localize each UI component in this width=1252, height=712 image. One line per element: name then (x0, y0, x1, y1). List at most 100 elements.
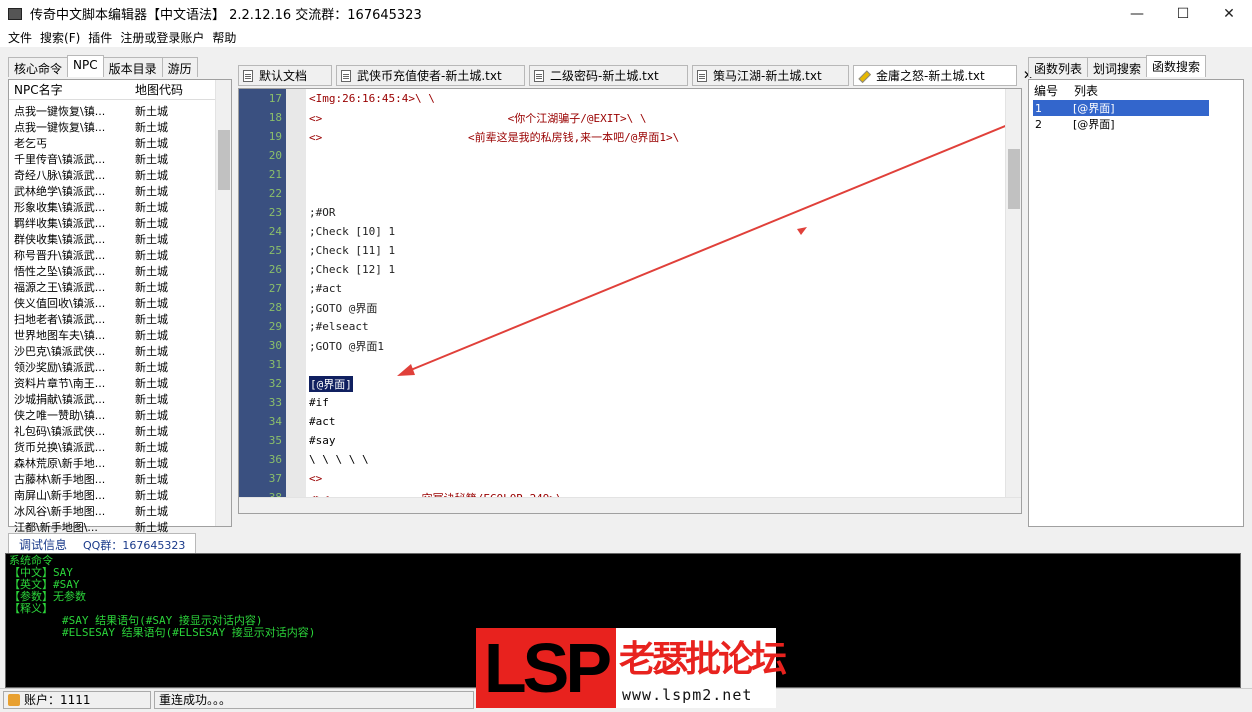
column-header-number[interactable]: 编号 (1029, 82, 1069, 99)
code-line[interactable]: 23 ;#OR (239, 203, 336, 222)
pencil-icon (856, 67, 873, 84)
tab-core-commands[interactable]: 核心命令 (8, 57, 69, 77)
npc-row[interactable]: 扫地老者\镇派武... 新土城 (9, 311, 231, 327)
npc-row[interactable]: 羁绊收集\镇派武... 新土城 (9, 215, 231, 231)
code-line[interactable]: 22 (239, 184, 309, 203)
npc-row[interactable]: 世界地图车夫\镇... 新土城 (9, 327, 231, 343)
function-row[interactable]: 2 [@界面] (1033, 116, 1243, 132)
code-line[interactable]: 36 \ \ \ \ \ (239, 450, 369, 469)
line-number: 22 (268, 187, 282, 200)
debug-tabbar: 调试信息 QQ群：167645323 (8, 533, 197, 553)
code-line[interactable]: 29 ;#elseact (239, 317, 369, 336)
menu-search[interactable]: 搜索(F) (36, 29, 84, 46)
menu-file[interactable]: 文件 (4, 29, 36, 46)
column-header-map-code[interactable]: 地图代码 (129, 81, 209, 98)
npc-row[interactable]: 称号晋升\镇派武... 新土城 (9, 247, 231, 263)
npc-row[interactable]: 形象收集\镇派武... 新土城 (9, 199, 231, 215)
npc-name: 点我一键恢复\镇... (14, 105, 106, 118)
account-status: 账户：1111 (3, 690, 151, 709)
code-line[interactable]: 34 #act (239, 412, 336, 431)
maximize-button[interactable]: ☐ (1160, 0, 1206, 27)
npc-row[interactable]: 南屏山\新手地图... 新土城 (9, 487, 231, 503)
npc-row[interactable]: 老乞丐 新土城 (9, 135, 231, 151)
code-line[interactable]: 30 ;GOTO @界面1 (239, 336, 384, 355)
npc-row[interactable]: 悟性之坠\镇派武... 新土城 (9, 263, 231, 279)
code-line[interactable]: 37 <> (239, 469, 323, 488)
npc-name: 羁绊收集\镇派武... (14, 217, 106, 230)
code-editor[interactable]: 17 <Img:26:16:45:4>\ \ 18 <> <你个江湖骗子/@EXIT>… (238, 88, 1022, 514)
editor-vertical-scrollbar[interactable] (1005, 89, 1021, 499)
npc-row[interactable]: 千里传音\镇派武... 新土城 (9, 151, 231, 167)
close-button[interactable]: ✕ (1206, 0, 1252, 27)
doc-tab-jianghu[interactable]: 策马江湖-新土城.txt (692, 65, 849, 86)
menu-help[interactable]: 帮助 (208, 29, 240, 46)
npc-row[interactable]: 货币兑换\镇派武... 新土城 (9, 439, 231, 455)
code-text: ;#act (309, 282, 343, 295)
code-line[interactable]: 32 [@界面] (239, 374, 353, 393)
code-line[interactable]: 27 ;#act (239, 279, 342, 298)
npc-row[interactable]: 资料片章节\南王... 新土城 (9, 375, 231, 391)
function-row[interactable]: 1 [@界面] (1033, 100, 1209, 116)
code-line[interactable]: 28 ;GOTO @界面 (239, 298, 378, 317)
doc-tab-default[interactable]: 默认文档 (238, 65, 332, 86)
code-text: ;Check [11] 1 (309, 244, 396, 257)
function-label: [@界面] (1073, 102, 1115, 115)
npc-row[interactable]: 森林荒原\新手地... 新土城 (9, 455, 231, 471)
npc-row[interactable]: 沙城捐献\镇派武... 新土城 (9, 391, 231, 407)
tab-word-search[interactable]: 划词搜索 (1087, 57, 1148, 77)
npc-row[interactable]: 侠义值回收\镇派... 新土城 (9, 295, 231, 311)
editor-horizontal-scrollbar[interactable] (239, 497, 1021, 513)
code-line[interactable]: 17 <Img:26:16:45:4>\ \ (239, 89, 435, 108)
tab-function-list[interactable]: 函数列表 (1028, 57, 1089, 77)
line-number: 25 (268, 244, 282, 257)
menu-register[interactable]: 注册或登录账户 (116, 29, 208, 46)
npc-list-scroll-thumb[interactable] (218, 130, 230, 190)
tab-debug-info[interactable]: 调试信息 QQ群：167645323 (8, 533, 197, 553)
line-number: 33 (268, 396, 282, 409)
editor-scroll-thumb[interactable] (1008, 149, 1020, 209)
npc-map-code: 新土城 (135, 249, 168, 262)
doc-tab-password[interactable]: 二级密码-新土城.txt (529, 65, 688, 86)
code-line[interactable]: 25 ;Check [11] 1 (239, 241, 395, 260)
code-line[interactable]: 20 (239, 146, 309, 165)
tab-npc[interactable]: NPC (67, 55, 104, 77)
doc-tab-label: 金庸之怒-新土城.txt (876, 69, 985, 83)
code-line[interactable]: 35 #say (239, 431, 336, 450)
minimize-button[interactable]: — (1114, 0, 1160, 27)
column-header-list[interactable]: 列表 (1069, 82, 1098, 99)
code-line[interactable]: 33 #if (239, 393, 329, 412)
npc-row[interactable]: 群侠收集\镇派武... 新土城 (9, 231, 231, 247)
code-line[interactable]: 19 <> <前辈这是我的私房钱,来一本吧/@界面1>\ (239, 127, 680, 146)
npc-row[interactable]: 冰风谷\新手地图... 新土城 (9, 503, 231, 519)
tab-function-search[interactable]: 函数搜索 (1146, 55, 1207, 77)
menu-plugins[interactable]: 插件 (84, 29, 116, 46)
npc-row[interactable]: 点我一键恢复\镇... 新土城 (9, 103, 231, 119)
code-line[interactable]: 21 (239, 165, 309, 184)
tab-travel[interactable]: 游历 (161, 57, 198, 77)
npc-row[interactable]: 领沙奖励\镇派武... 新土城 (9, 359, 231, 375)
line-number: 26 (268, 263, 282, 276)
code-line[interactable]: 26 ;Check [12] 1 (239, 260, 395, 279)
code-line[interactable]: 24 ;Check [10] 1 (239, 222, 395, 241)
npc-row[interactable]: 古藤林\新手地图... 新土城 (9, 471, 231, 487)
code-line[interactable]: 31 (239, 355, 309, 374)
doc-tab-jinyong[interactable]: 金庸之怒-新土城.txt (853, 65, 1017, 86)
function-list-panel: 编号 列表 1 [@界面] 2 [@界面] (1028, 79, 1244, 527)
tab-version-dir[interactable]: 版本目录 (102, 57, 163, 77)
npc-row[interactable]: 点我一键恢复\镇... 新土城 (9, 119, 231, 135)
npc-row[interactable]: 奇经八脉\镇派武... 新土城 (9, 167, 231, 183)
npc-list-header: NPC名字 地图代码 (9, 80, 231, 100)
left-tabbar: 核心命令 NPC 版本目录 游历 (8, 55, 198, 77)
npc-row[interactable]: 礼包码\镇派武侠... 新土城 (9, 423, 231, 439)
npc-row[interactable]: 武林绝学\镇派武... 新土城 (9, 183, 231, 199)
code-line[interactable]: 18 <> <你个江湖骗子/@EXIT>\ \ (239, 108, 647, 127)
npc-row[interactable]: 福源之王\镇派武... 新土城 (9, 279, 231, 295)
column-header-npc-name[interactable]: NPC名字 (9, 81, 129, 98)
npc-map-code: 新土城 (135, 473, 168, 486)
npc-map-code: 新土城 (135, 105, 168, 118)
npc-list-body: 点我一键恢复\镇... 新土城 点我一键恢复\镇... 新土城 老乞丐 新土城 千里传音\镇… (9, 100, 231, 535)
doc-tab-recharge[interactable]: 武侠币充值使者-新土城.txt (336, 65, 525, 86)
npc-row[interactable]: 沙巴克\镇派武侠... 新土城 (9, 343, 231, 359)
npc-row[interactable]: 侠之唯一赞助\镇... 新土城 (9, 407, 231, 423)
npc-list-scrollbar[interactable] (215, 80, 231, 526)
